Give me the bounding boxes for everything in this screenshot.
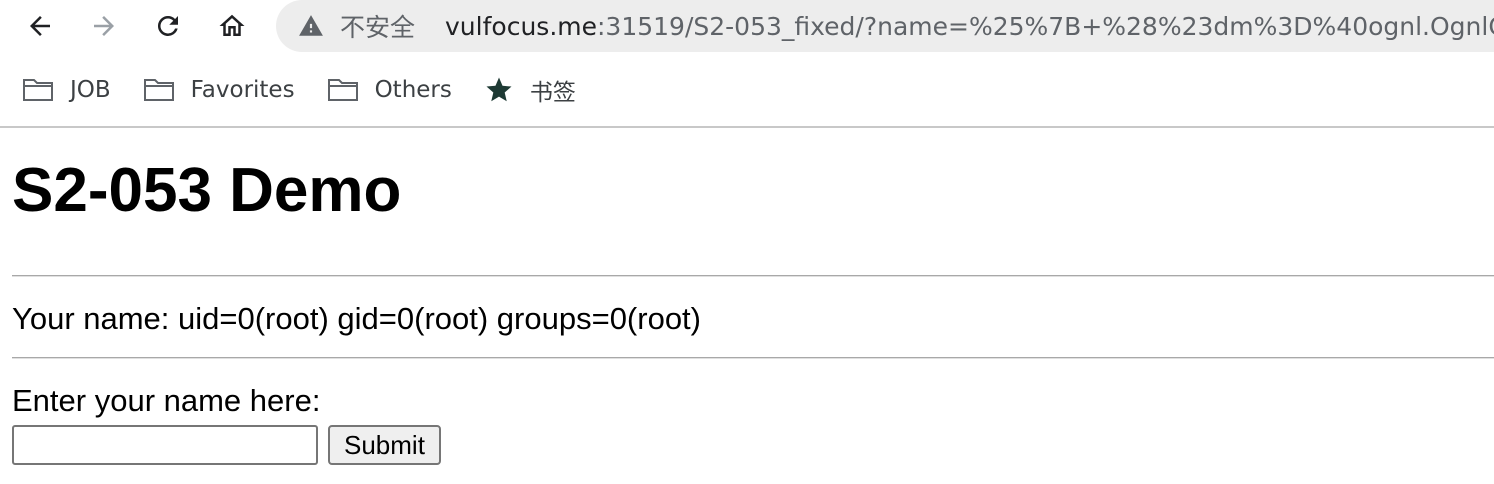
folder-icon — [327, 79, 358, 101]
back-button[interactable] — [20, 6, 60, 46]
bookmark-shuqian[interactable]: 书签 — [464, 68, 588, 112]
name-input[interactable] — [12, 425, 318, 465]
url-path: :31519/S2-053_fixed/?name=%25%7B+%28%23d… — [597, 11, 1494, 41]
reload-button[interactable] — [148, 6, 188, 46]
forward-button[interactable] — [84, 6, 124, 46]
bookmark-label: 书签 — [529, 80, 576, 106]
bookmark-others[interactable]: Others — [307, 68, 464, 112]
name-result-text: Your name: uid=0(root) gid=0(root) group… — [12, 301, 701, 336]
reload-icon — [157, 15, 178, 36]
home-icon — [219, 14, 245, 36]
folder-icon — [143, 79, 174, 101]
page-title: S2-053 Demo — [12, 156, 402, 225]
submit-button[interactable]: Submit — [328, 425, 441, 465]
warning-triangle-icon[interactable] — [298, 12, 324, 40]
bookmark-label: Favorites — [190, 77, 295, 103]
star-icon — [486, 77, 512, 102]
bookmark-favorites[interactable]: Favorites — [123, 68, 307, 112]
bookmark-label: Others — [374, 77, 452, 103]
bookmarks-bar: JOB Favorites Others 书签 — [0, 62, 1494, 118]
security-label[interactable]: 不安全 — [340, 8, 415, 44]
browser-toolbar: 不安全 vulfocus.me:31519/S2-053_fixed/?name… — [0, 0, 1494, 56]
form-row: Submit — [12, 425, 1494, 465]
name-form: Enter your name here: Submit — [12, 383, 1494, 465]
page-content: S2-053 Demo Your name: uid=0(root) gid=0… — [12, 128, 1494, 465]
url-host: vulfocus.me — [445, 11, 597, 41]
url-text[interactable]: vulfocus.me:31519/S2-053_fixed/?name=%25… — [445, 12, 1494, 41]
address-bar[interactable]: 不安全 vulfocus.me:31519/S2-053_fixed/?name… — [276, 0, 1494, 52]
horizontal-rule — [12, 357, 1494, 359]
form-prompt: Enter your name here: — [12, 383, 321, 418]
arrow-left-icon — [30, 16, 50, 36]
bookmark-label: JOB — [70, 77, 111, 103]
folder-icon — [23, 79, 53, 101]
horizontal-rule — [12, 275, 1494, 277]
bookmark-job[interactable]: JOB — [0, 68, 123, 112]
arrow-right-icon — [94, 16, 114, 36]
home-button[interactable] — [212, 6, 252, 46]
